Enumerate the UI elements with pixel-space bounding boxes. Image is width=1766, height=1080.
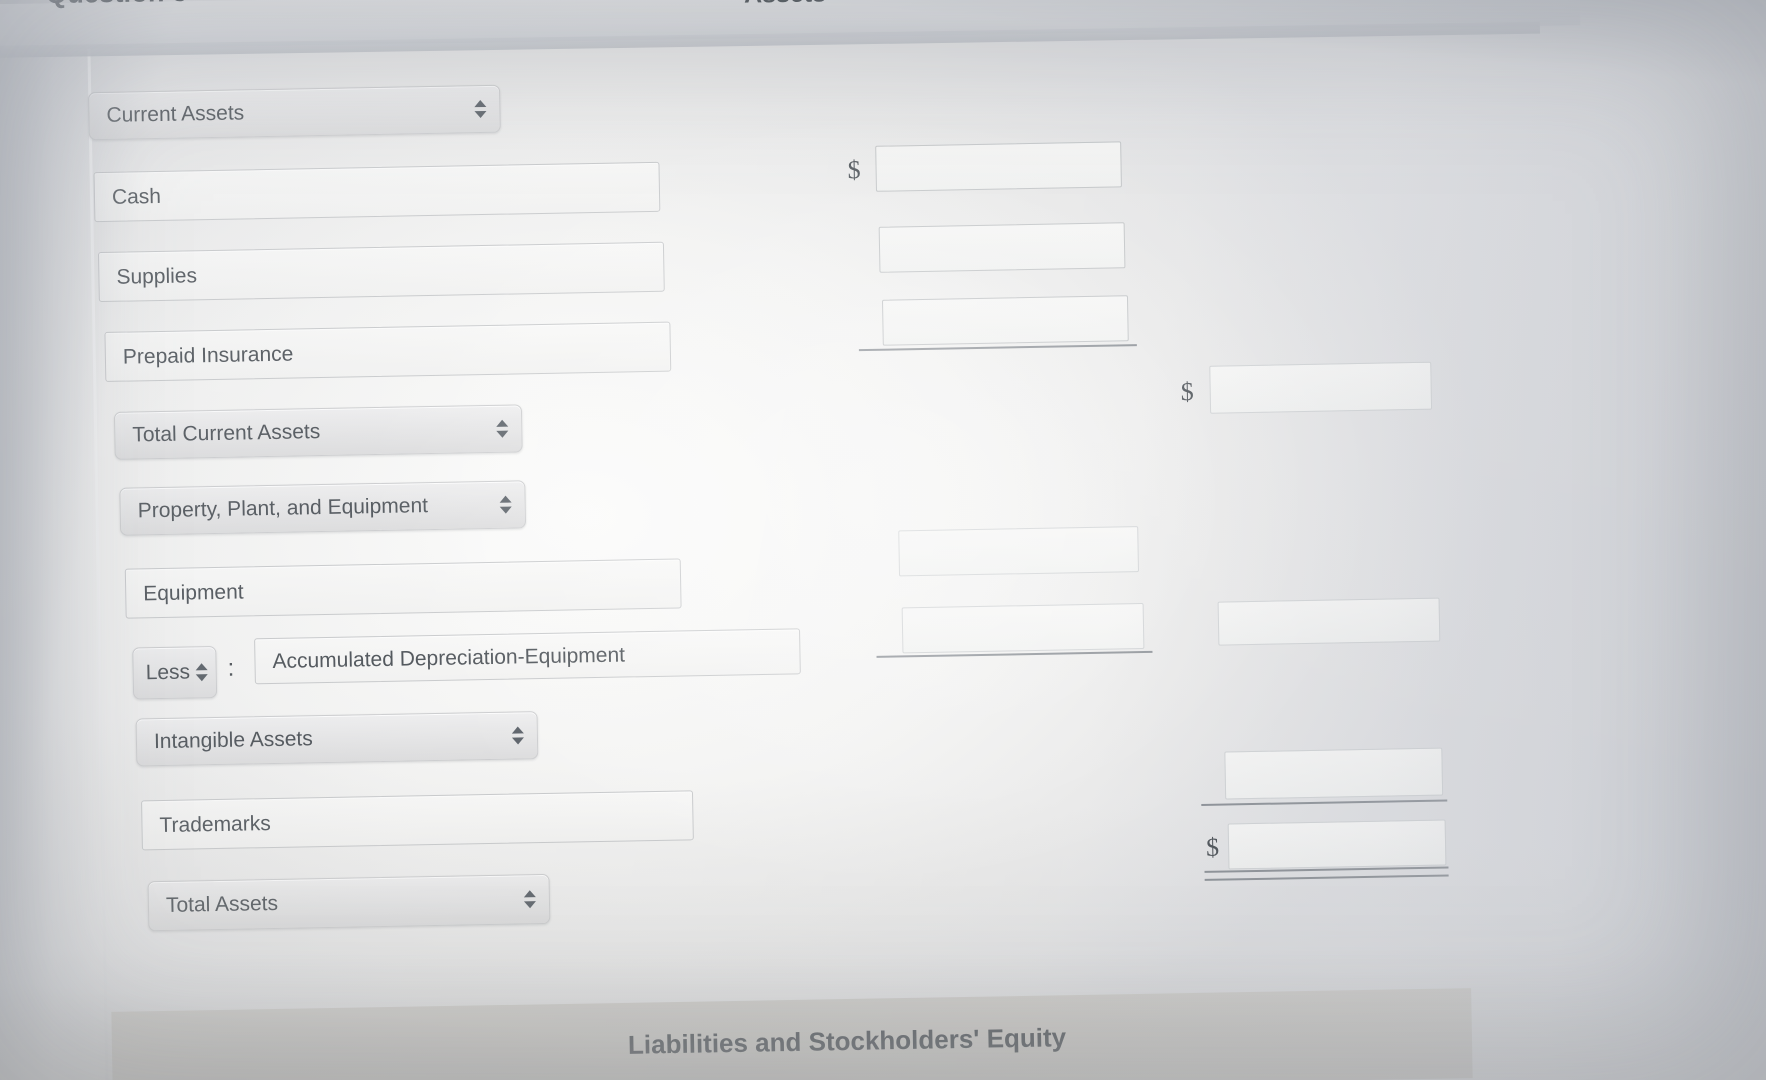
- input-cash[interactable]: Cash: [93, 161, 661, 223]
- amount-trademarks-col2[interactable]: [1224, 747, 1444, 800]
- spinner-updown-icon[interactable]: [495, 416, 508, 442]
- select-less-label: Less: [145, 660, 191, 685]
- select-current-assets[interactable]: Current Assets: [88, 84, 501, 141]
- dollar-sign-total-assets: $: [1205, 832, 1220, 862]
- input-supplies-label: Supplies: [116, 263, 198, 289]
- amount-prepaid-insurance-col1[interactable]: [881, 295, 1129, 346]
- amount-equipment-col1[interactable]: [898, 526, 1140, 577]
- select-total-assets-label: Total Assets: [165, 891, 279, 917]
- subtotal-rule-intangible-assets: [1201, 799, 1448, 806]
- input-accumulated-depreciation-equipment[interactable]: Accumulated Depreciation-Equipment: [254, 628, 801, 685]
- balance-sheet-form: Current Assets Cash $ Supplies Prepaid I…: [0, 0, 1766, 1080]
- input-equipment[interactable]: Equipment: [124, 558, 682, 619]
- input-equipment-label: Equipment: [143, 579, 244, 605]
- amount-supplies-col1[interactable]: [878, 222, 1126, 273]
- spinner-updown-icon[interactable]: [195, 659, 208, 685]
- spinner-updown-icon[interactable]: [511, 722, 524, 748]
- select-intangible-assets[interactable]: Intangible Assets: [135, 711, 539, 767]
- input-supplies[interactable]: Supplies: [97, 241, 665, 303]
- select-total-current-assets[interactable]: Total Current Assets: [113, 404, 523, 460]
- dollar-sign-cash: $: [847, 155, 861, 185]
- amount-total-current-assets-col2[interactable]: [1209, 361, 1433, 414]
- select-total-assets[interactable]: Total Assets: [147, 873, 551, 932]
- spinner-updown-icon[interactable]: [473, 96, 487, 122]
- select-less-accumulated-depreciation[interactable]: Less: [132, 645, 218, 700]
- select-intangible-assets-label: Intangible Assets: [153, 727, 313, 754]
- input-prepaid-insurance-label: Prepaid Insurance: [122, 342, 294, 369]
- select-current-assets-label: Current Assets: [106, 101, 245, 127]
- amount-accumulated-depreciation-col1[interactable]: [901, 602, 1145, 654]
- select-property-plant-equipment-label: Property, Plant, and Equipment: [137, 494, 429, 523]
- screenshot-root: Question 5 Assets Current Assets Cash $ …: [0, 0, 1766, 1080]
- amount-cash-col1[interactable]: [875, 141, 1122, 192]
- input-trademarks-label: Trademarks: [159, 811, 271, 837]
- spinner-updown-icon[interactable]: [499, 492, 512, 518]
- spinner-updown-icon[interactable]: [523, 886, 536, 912]
- amount-total-assets-col2[interactable]: [1227, 819, 1447, 870]
- input-accumulated-depreciation-equipment-label: Accumulated Depreciation-Equipment: [272, 642, 626, 673]
- select-property-plant-equipment[interactable]: Property, Plant, and Equipment: [119, 480, 527, 536]
- select-total-current-assets-label: Total Current Assets: [132, 420, 321, 447]
- input-prepaid-insurance[interactable]: Prepaid Insurance: [104, 321, 672, 382]
- less-separator: :: [227, 654, 235, 682]
- amount-net-equipment-col2[interactable]: [1217, 597, 1441, 646]
- dollar-sign-total-current-assets: $: [1180, 377, 1194, 407]
- input-trademarks[interactable]: Trademarks: [141, 790, 694, 851]
- input-cash-label: Cash: [111, 184, 162, 209]
